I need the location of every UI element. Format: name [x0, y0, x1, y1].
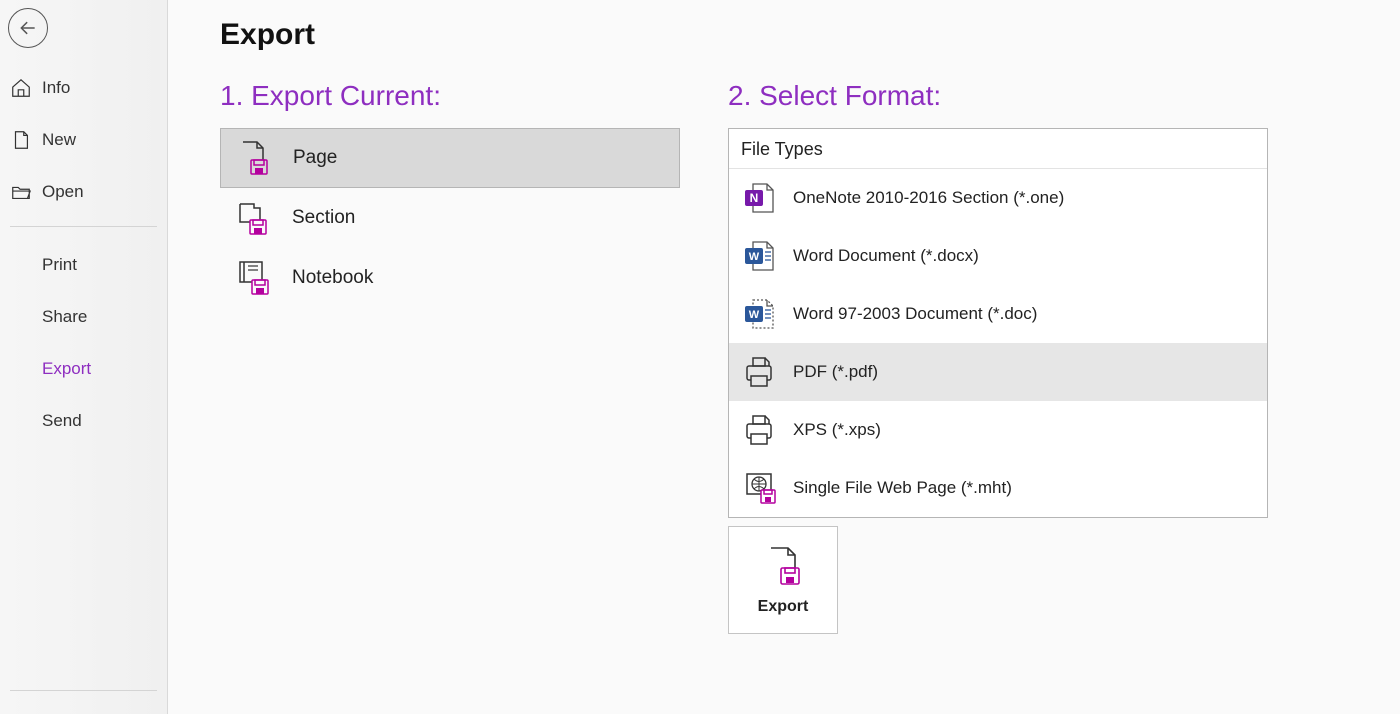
- printer-icon: [739, 352, 779, 392]
- format-option-doc[interactable]: W Word 97-2003 Document (*.doc): [729, 285, 1267, 343]
- onenote-icon: N: [739, 178, 779, 218]
- sidebar-item-info[interactable]: Info: [0, 62, 167, 114]
- sidebar-item-export[interactable]: Export: [0, 343, 167, 395]
- folder-open-icon: [10, 181, 32, 203]
- page-icon: [10, 129, 32, 151]
- svg-text:W: W: [749, 251, 760, 263]
- sidebar-divider: [10, 690, 157, 714]
- export-scope-page[interactable]: Page: [220, 128, 680, 188]
- page-save-icon: [761, 544, 805, 588]
- sidebar-item-label: Send: [42, 411, 82, 431]
- export-scope-notebook[interactable]: Notebook: [220, 248, 680, 308]
- back-button[interactable]: [8, 8, 48, 48]
- backstage-sidebar: Info New Open Print Share: [0, 0, 168, 714]
- svg-text:W: W: [749, 309, 760, 321]
- format-option-onenote[interactable]: N OneNote 2010-2016 Section (*.one): [729, 169, 1267, 227]
- format-option-xps[interactable]: XPS (*.xps): [729, 401, 1267, 459]
- sidebar-item-print[interactable]: Print: [0, 239, 167, 291]
- export-scope-list: Page Section: [220, 128, 680, 308]
- export-button-label: Export: [758, 598, 809, 616]
- format-option-mht[interactable]: Single File Web Page (*.mht): [729, 459, 1267, 517]
- file-types-header: File Types: [729, 129, 1267, 169]
- format-option-docx[interactable]: W Word Document (*.docx): [729, 227, 1267, 285]
- section-save-icon: [232, 198, 272, 238]
- export-button[interactable]: Export: [728, 526, 838, 634]
- format-option-label: XPS (*.xps): [793, 420, 881, 440]
- export-page: Export 1. Export Current:: [168, 0, 1400, 714]
- export-scope-label: Notebook: [292, 267, 373, 289]
- format-panel: File Types N OneNote 2010-2016 Section (…: [728, 128, 1268, 518]
- format-option-label: PDF (*.pdf): [793, 362, 878, 382]
- sidebar-item-label: Export: [42, 359, 91, 379]
- format-option-label: Single File Web Page (*.mht): [793, 478, 1012, 498]
- export-scope-label: Section: [292, 207, 355, 229]
- arrow-left-icon: [18, 18, 38, 38]
- web-save-icon: [739, 468, 779, 508]
- export-current-heading: 1. Export Current:: [220, 80, 680, 112]
- page-save-icon: [233, 138, 273, 178]
- sidebar-item-share[interactable]: Share: [0, 291, 167, 343]
- printer-icon: [739, 410, 779, 450]
- sidebar-item-send[interactable]: Send: [0, 395, 167, 447]
- sidebar-item-new[interactable]: New: [0, 114, 167, 166]
- format-option-label: Word Document (*.docx): [793, 246, 979, 266]
- home-icon: [10, 77, 32, 99]
- format-option-pdf[interactable]: PDF (*.pdf): [729, 343, 1267, 401]
- svg-text:N: N: [750, 191, 759, 205]
- sidebar-item-label: Open: [42, 182, 84, 202]
- format-option-label: OneNote 2010-2016 Section (*.one): [793, 188, 1064, 208]
- sidebar-item-open[interactable]: Open: [0, 166, 167, 218]
- sidebar-divider: [10, 226, 157, 227]
- sidebar-item-label: Share: [42, 307, 87, 327]
- page-title: Export: [220, 18, 1400, 52]
- word-icon: W: [739, 236, 779, 276]
- sidebar-item-label: New: [42, 130, 76, 150]
- notebook-save-icon: [232, 258, 272, 298]
- export-scope-section[interactable]: Section: [220, 188, 680, 248]
- word-old-icon: W: [739, 294, 779, 334]
- select-format-heading: 2. Select Format:: [728, 80, 1268, 112]
- sidebar-item-label: Print: [42, 255, 77, 275]
- format-option-label: Word 97-2003 Document (*.doc): [793, 304, 1037, 324]
- export-scope-label: Page: [293, 147, 337, 169]
- sidebar-item-label: Info: [42, 78, 70, 98]
